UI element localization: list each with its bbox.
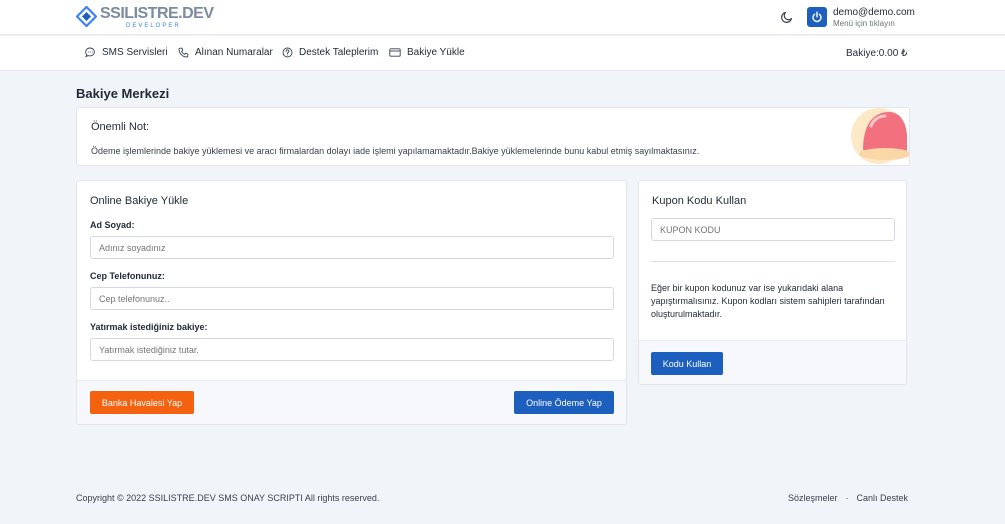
footer-link-agreements[interactable]: Sözleşmeler (788, 493, 838, 503)
footer-links: Sözleşmeler · Canlı Destek (788, 493, 908, 503)
user-email[interactable]: demo@demo.com (833, 7, 915, 18)
online-balance-footer: Banka Havalesi Yap Online Ödeme Yap (77, 380, 626, 424)
footer-separator: · (845, 493, 849, 503)
name-label: Ad Soyad: (90, 220, 135, 230)
notice-text: Ödeme işlemlerinde bakiye yüklemesi ve a… (91, 146, 700, 156)
notice-title: Önemli Not: (91, 121, 150, 133)
nav-item-load-balance[interactable]: Bakiye Yükle (389, 47, 465, 58)
balance-display: Bakiye:0.00 ₺ (846, 48, 908, 59)
brand-subtitle: DEVELOPER (126, 23, 181, 29)
logo-mark-icon (75, 5, 98, 28)
nav-item-support-tickets[interactable]: Destek Taleplerim (282, 47, 378, 58)
nav-item-received-numbers[interactable]: Alınan Numaralar (178, 47, 273, 58)
online-balance-card: Online Bakiye Yükle Ad Soyad: Cep Telefo… (76, 180, 627, 425)
copyright-text: Copyright © 2022 SSILISTRE.DEV SMS ONAY … (76, 493, 380, 503)
amount-input[interactable] (90, 338, 614, 361)
page-title: Bakiye Merkezi (76, 86, 170, 101)
name-input[interactable] (90, 236, 614, 259)
use-coupon-button[interactable]: Kodu Kullan (651, 352, 723, 375)
phone-input[interactable] (90, 287, 614, 310)
footer-link-live-support[interactable]: Canlı Destek (857, 493, 909, 503)
coupon-card: Kupon Kodu Kullan Eğer bir kupon kodunuz… (638, 180, 907, 385)
amount-label: Yatırmak istediğiniz bakiye: (90, 322, 208, 332)
bank-transfer-button[interactable]: Banka Havalesi Yap (90, 391, 194, 414)
brand-logo[interactable]: SSILISTRE.DEV DEVELOPER (75, 5, 214, 29)
help-icon (282, 47, 293, 58)
nav-label: Destek Taleplerim (299, 47, 379, 58)
nav-label: SMS Servisleri (102, 47, 168, 58)
divider (651, 261, 895, 262)
phone-label: Cep Telefonunuz: (90, 271, 165, 281)
coupon-title: Kupon Kodu Kullan (652, 195, 747, 207)
card-icon (389, 48, 401, 57)
nav-label: Bakiye Yükle (407, 47, 465, 58)
phone-icon (178, 47, 189, 58)
coupon-info-text: Eğer bir kupon kodunuz var ise yukarıdak… (651, 283, 885, 319)
nav-label: Alınan Numaralar (195, 47, 273, 58)
top-header: SSILISTRE.DEV DEVELOPER demo@demo.com Me… (0, 0, 1005, 35)
main-nav: SMS Servisleri Alınan Numaralar Destek T… (0, 36, 1005, 71)
moon-icon[interactable] (780, 10, 794, 24)
online-payment-button[interactable]: Online Ödeme Yap (514, 391, 614, 414)
brand-title: SSILISTRE.DEV (100, 5, 214, 22)
coupon-code-input[interactable] (651, 218, 895, 241)
online-balance-title: Online Bakiye Yükle (90, 195, 189, 207)
decorative-blob-icon (851, 108, 909, 164)
nav-item-sms-services[interactable]: SMS Servisleri (85, 47, 168, 58)
coupon-footer: Kodu Kullan (639, 340, 906, 384)
power-icon[interactable] (807, 7, 827, 27)
important-notice-card: Önemli Not: Ödeme işlemlerinde bakiye yü… (76, 107, 910, 166)
message-icon (85, 47, 95, 58)
user-menu-hint[interactable]: Menü için tıklayın (833, 19, 895, 28)
